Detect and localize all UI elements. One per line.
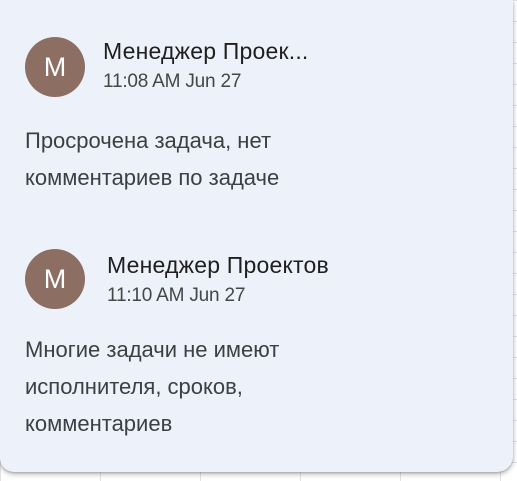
comment-timestamp: 11:10 AM Jun 27 xyxy=(107,285,246,306)
comment-author: Менеджер Проектов xyxy=(107,252,329,278)
comment-author: Менеджер Проек... xyxy=(103,38,309,64)
comment-body-line: Многие задачи не имеют xyxy=(25,337,280,362)
avatar[interactable]: M xyxy=(25,249,85,309)
comment-body: Многие задачи не имеют исполнителя, срок… xyxy=(25,331,465,442)
comment-body-line: комментариев xyxy=(25,411,173,436)
comment-body-line: комментариев по задаче xyxy=(25,165,280,190)
comment-body: Просрочена задача, нет комментариев по з… xyxy=(25,122,465,196)
avatar[interactable]: M xyxy=(25,37,85,97)
comment-timestamp: 11:08 AM Jun 27 xyxy=(103,71,242,92)
comment-body-line: исполнителя, сроков, xyxy=(25,374,243,399)
comments-popup: M Менеджер Проек... 11:08 AM Jun 27 Прос… xyxy=(0,0,513,472)
comment-body-line: Просрочена задача, нет xyxy=(25,128,272,153)
